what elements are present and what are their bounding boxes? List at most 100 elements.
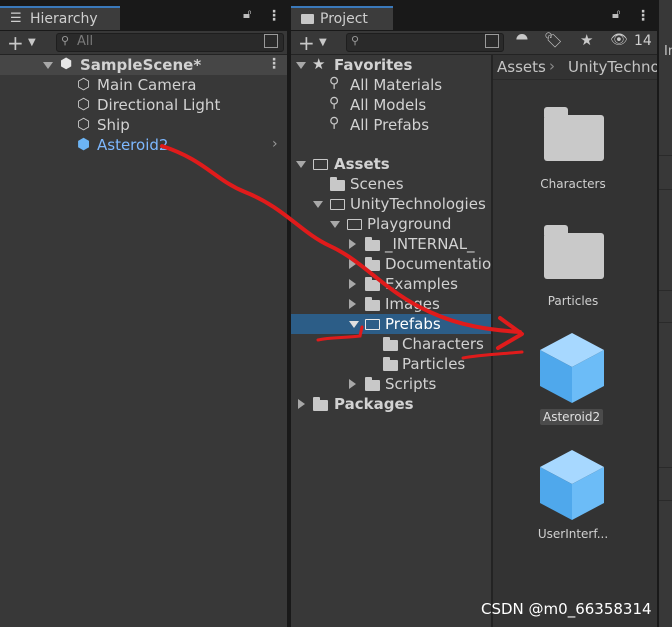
hierarchy-item-label: Ship — [97, 116, 130, 134]
lock-icon[interactable]: 🔓︎ — [243, 7, 251, 22]
collapsed-arrow-icon[interactable] — [349, 279, 356, 289]
collapsed-arrow-icon[interactable] — [349, 379, 356, 389]
tree-item-label: All Materials — [350, 76, 443, 94]
folder-icon — [365, 237, 380, 251]
tree-item-prefabs-selected[interactable]: Prefabs — [291, 314, 491, 334]
tree-item-images[interactable]: Images — [291, 294, 491, 314]
chevron-down-icon[interactable]: ▼ — [319, 37, 327, 48]
tree-item-label: Particles — [402, 355, 466, 373]
grid-item-userinterface[interactable]: UserInterf... — [523, 445, 623, 545]
hierarchy-item-ship[interactable]: ⬡ Ship — [0, 115, 287, 135]
folder-icon — [544, 107, 604, 161]
expand-arrow-icon[interactable] — [330, 221, 340, 228]
tree-item-examples[interactable]: Examples — [291, 274, 491, 294]
tree-item-label: Characters — [402, 335, 484, 353]
tree-item-playground[interactable]: Playground — [291, 214, 491, 234]
grid-item-label: UserInterf... — [537, 527, 609, 541]
expand-arrow-icon[interactable] — [349, 321, 359, 328]
inspector-divider — [659, 189, 672, 190]
tree-item-assets[interactable]: Assets — [291, 154, 491, 174]
tree-item-label: Documentation — [385, 255, 491, 273]
tab-hierarchy[interactable]: ☰ Hierarchy — [0, 6, 120, 30]
grid-item-asteroid2[interactable]: Asteroid2 — [523, 328, 623, 428]
grid-item-label: Characters — [540, 177, 606, 191]
add-icon[interactable]: + — [298, 31, 315, 55]
expand-arrow-icon[interactable] — [313, 201, 323, 208]
tree-item-scenes[interactable]: Scenes — [291, 174, 491, 194]
collapsed-arrow-icon[interactable] — [349, 239, 356, 249]
add-icon[interactable]: + — [7, 31, 24, 55]
visibility-icon[interactable]: 👁︎ — [610, 32, 628, 48]
search-options-icon[interactable] — [264, 34, 278, 48]
expand-arrow-icon[interactable] — [43, 62, 53, 69]
inspector-divider — [659, 290, 672, 291]
star-icon: ★ — [312, 55, 326, 73]
grid-item-particles[interactable]: Particles — [523, 218, 623, 313]
tree-item-label: Packages — [334, 395, 414, 413]
tree-item-scripts[interactable]: Scripts — [291, 374, 491, 394]
tree-item-unitytechnologies[interactable]: UnityTechnologies — [291, 194, 491, 214]
breadcrumb-item-unitytechnologies[interactable]: UnityTechno — [568, 58, 657, 76]
search-placeholder: All — [77, 34, 94, 49]
menu-dots-icon[interactable]: ⋮ — [267, 8, 281, 24]
expand-arrow-icon[interactable] — [296, 161, 306, 168]
breadcrumb-separator-icon: › — [549, 57, 555, 75]
tree-item-documentation[interactable]: Documentation — [291, 254, 491, 274]
filter-by-type-icon[interactable]: ⯊ — [516, 31, 528, 49]
chevron-right-icon[interactable]: › — [272, 136, 278, 152]
hierarchy-item-main-camera[interactable]: ⬡ Main Camera — [0, 75, 287, 95]
list-icon: ☰ — [10, 11, 22, 26]
cube-outline-icon: ⬡ — [77, 95, 91, 113]
tree-item-prefabs-characters[interactable]: Characters — [291, 334, 491, 354]
folder-open-icon — [330, 199, 345, 210]
collapsed-arrow-icon[interactable] — [349, 299, 356, 309]
prefab-cube-icon: ⬢ — [77, 135, 91, 153]
menu-dots-icon[interactable]: ⋮ — [636, 8, 650, 24]
folder-open-icon — [313, 159, 328, 170]
csdn-watermark: CSDN @m0_66358314 — [481, 600, 652, 618]
prefab-cube-icon — [540, 333, 604, 403]
tree-item-prefabs-particles[interactable]: Particles — [291, 354, 491, 374]
tree-item-all-models[interactable]: ⚲ All Models — [291, 95, 491, 115]
inspector-divider — [659, 500, 672, 501]
hierarchy-item-directional-light[interactable]: ⬡ Directional Light — [0, 95, 287, 115]
hierarchy-item-label: Directional Light — [97, 96, 221, 114]
tree-item-internal[interactable]: _INTERNAL_ — [291, 234, 491, 254]
folder-icon — [383, 357, 398, 371]
grid-item-label: Particles — [547, 294, 599, 308]
project-search-input[interactable]: ⚲ — [346, 33, 504, 52]
hierarchy-search-input[interactable]: ⚲ All — [56, 33, 284, 52]
hierarchy-item-asteroid2[interactable]: ⬢ Asteroid2 › — [0, 135, 287, 155]
expand-arrow-icon[interactable] — [296, 62, 306, 69]
tab-hierarchy-label: Hierarchy — [30, 11, 98, 27]
lock-icon[interactable]: 🔓︎ — [612, 7, 620, 22]
favorite-star-icon[interactable]: ★ — [580, 31, 593, 49]
inspector-title-fragment: In — [664, 44, 672, 59]
breadcrumb-item-assets[interactable]: Assets — [497, 58, 546, 76]
folder-open-icon — [365, 319, 380, 330]
chevron-down-icon[interactable]: ▼ — [28, 37, 36, 48]
inspector-divider — [659, 322, 672, 323]
scene-row[interactable]: ⬢ SampleScene* ⋮ — [0, 55, 287, 75]
tree-item-label: Assets — [334, 155, 390, 173]
scene-menu-dots-icon[interactable]: ⋮ — [267, 56, 281, 72]
tree-item-label: Scenes — [350, 175, 404, 193]
search-options-icon[interactable] — [485, 34, 499, 48]
tree-item-label: UnityTechnologies — [350, 195, 486, 213]
tab-project[interactable]: Project — [291, 6, 393, 30]
grid-item-characters[interactable]: Characters — [523, 100, 623, 195]
filter-by-label-icon[interactable]: 🏷︎ — [544, 31, 563, 49]
scene-name: SampleScene* — [80, 56, 202, 74]
tree-item-all-materials[interactable]: ⚲ All Materials — [291, 75, 491, 95]
tree-item-packages[interactable]: Packages — [291, 394, 491, 414]
collapsed-arrow-icon[interactable] — [349, 259, 356, 269]
tree-item-label: Favorites — [334, 56, 413, 74]
tree-item-all-prefabs[interactable]: ⚲ All Prefabs — [291, 115, 491, 135]
folder-icon — [383, 337, 398, 351]
folder-tab-icon — [301, 14, 314, 24]
search-icon: ⚲ — [329, 95, 340, 111]
tree-item-favorites[interactable]: ★ Favorites — [291, 55, 491, 75]
folder-icon — [313, 397, 328, 411]
grid-item-label-selected: Asteroid2 — [540, 409, 604, 425]
collapsed-arrow-icon[interactable] — [298, 399, 305, 409]
